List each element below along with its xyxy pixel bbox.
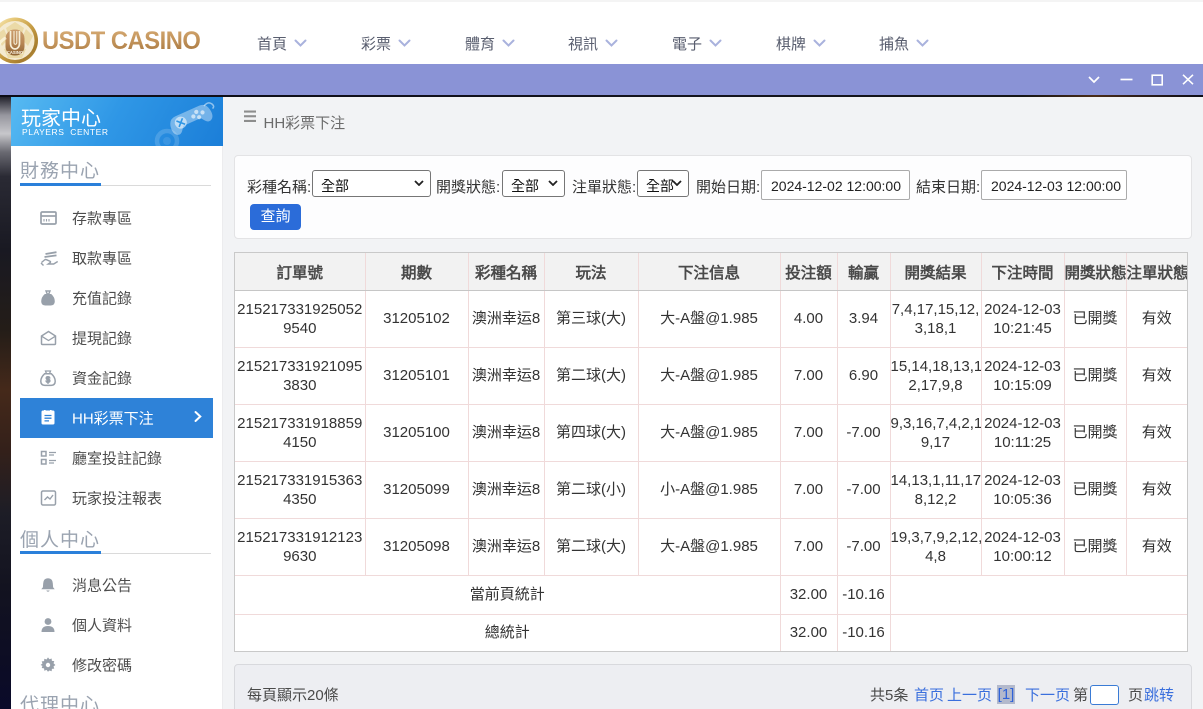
svg-text:$: $ bbox=[46, 376, 51, 385]
svg-text:CASINO: CASINO bbox=[7, 50, 24, 55]
